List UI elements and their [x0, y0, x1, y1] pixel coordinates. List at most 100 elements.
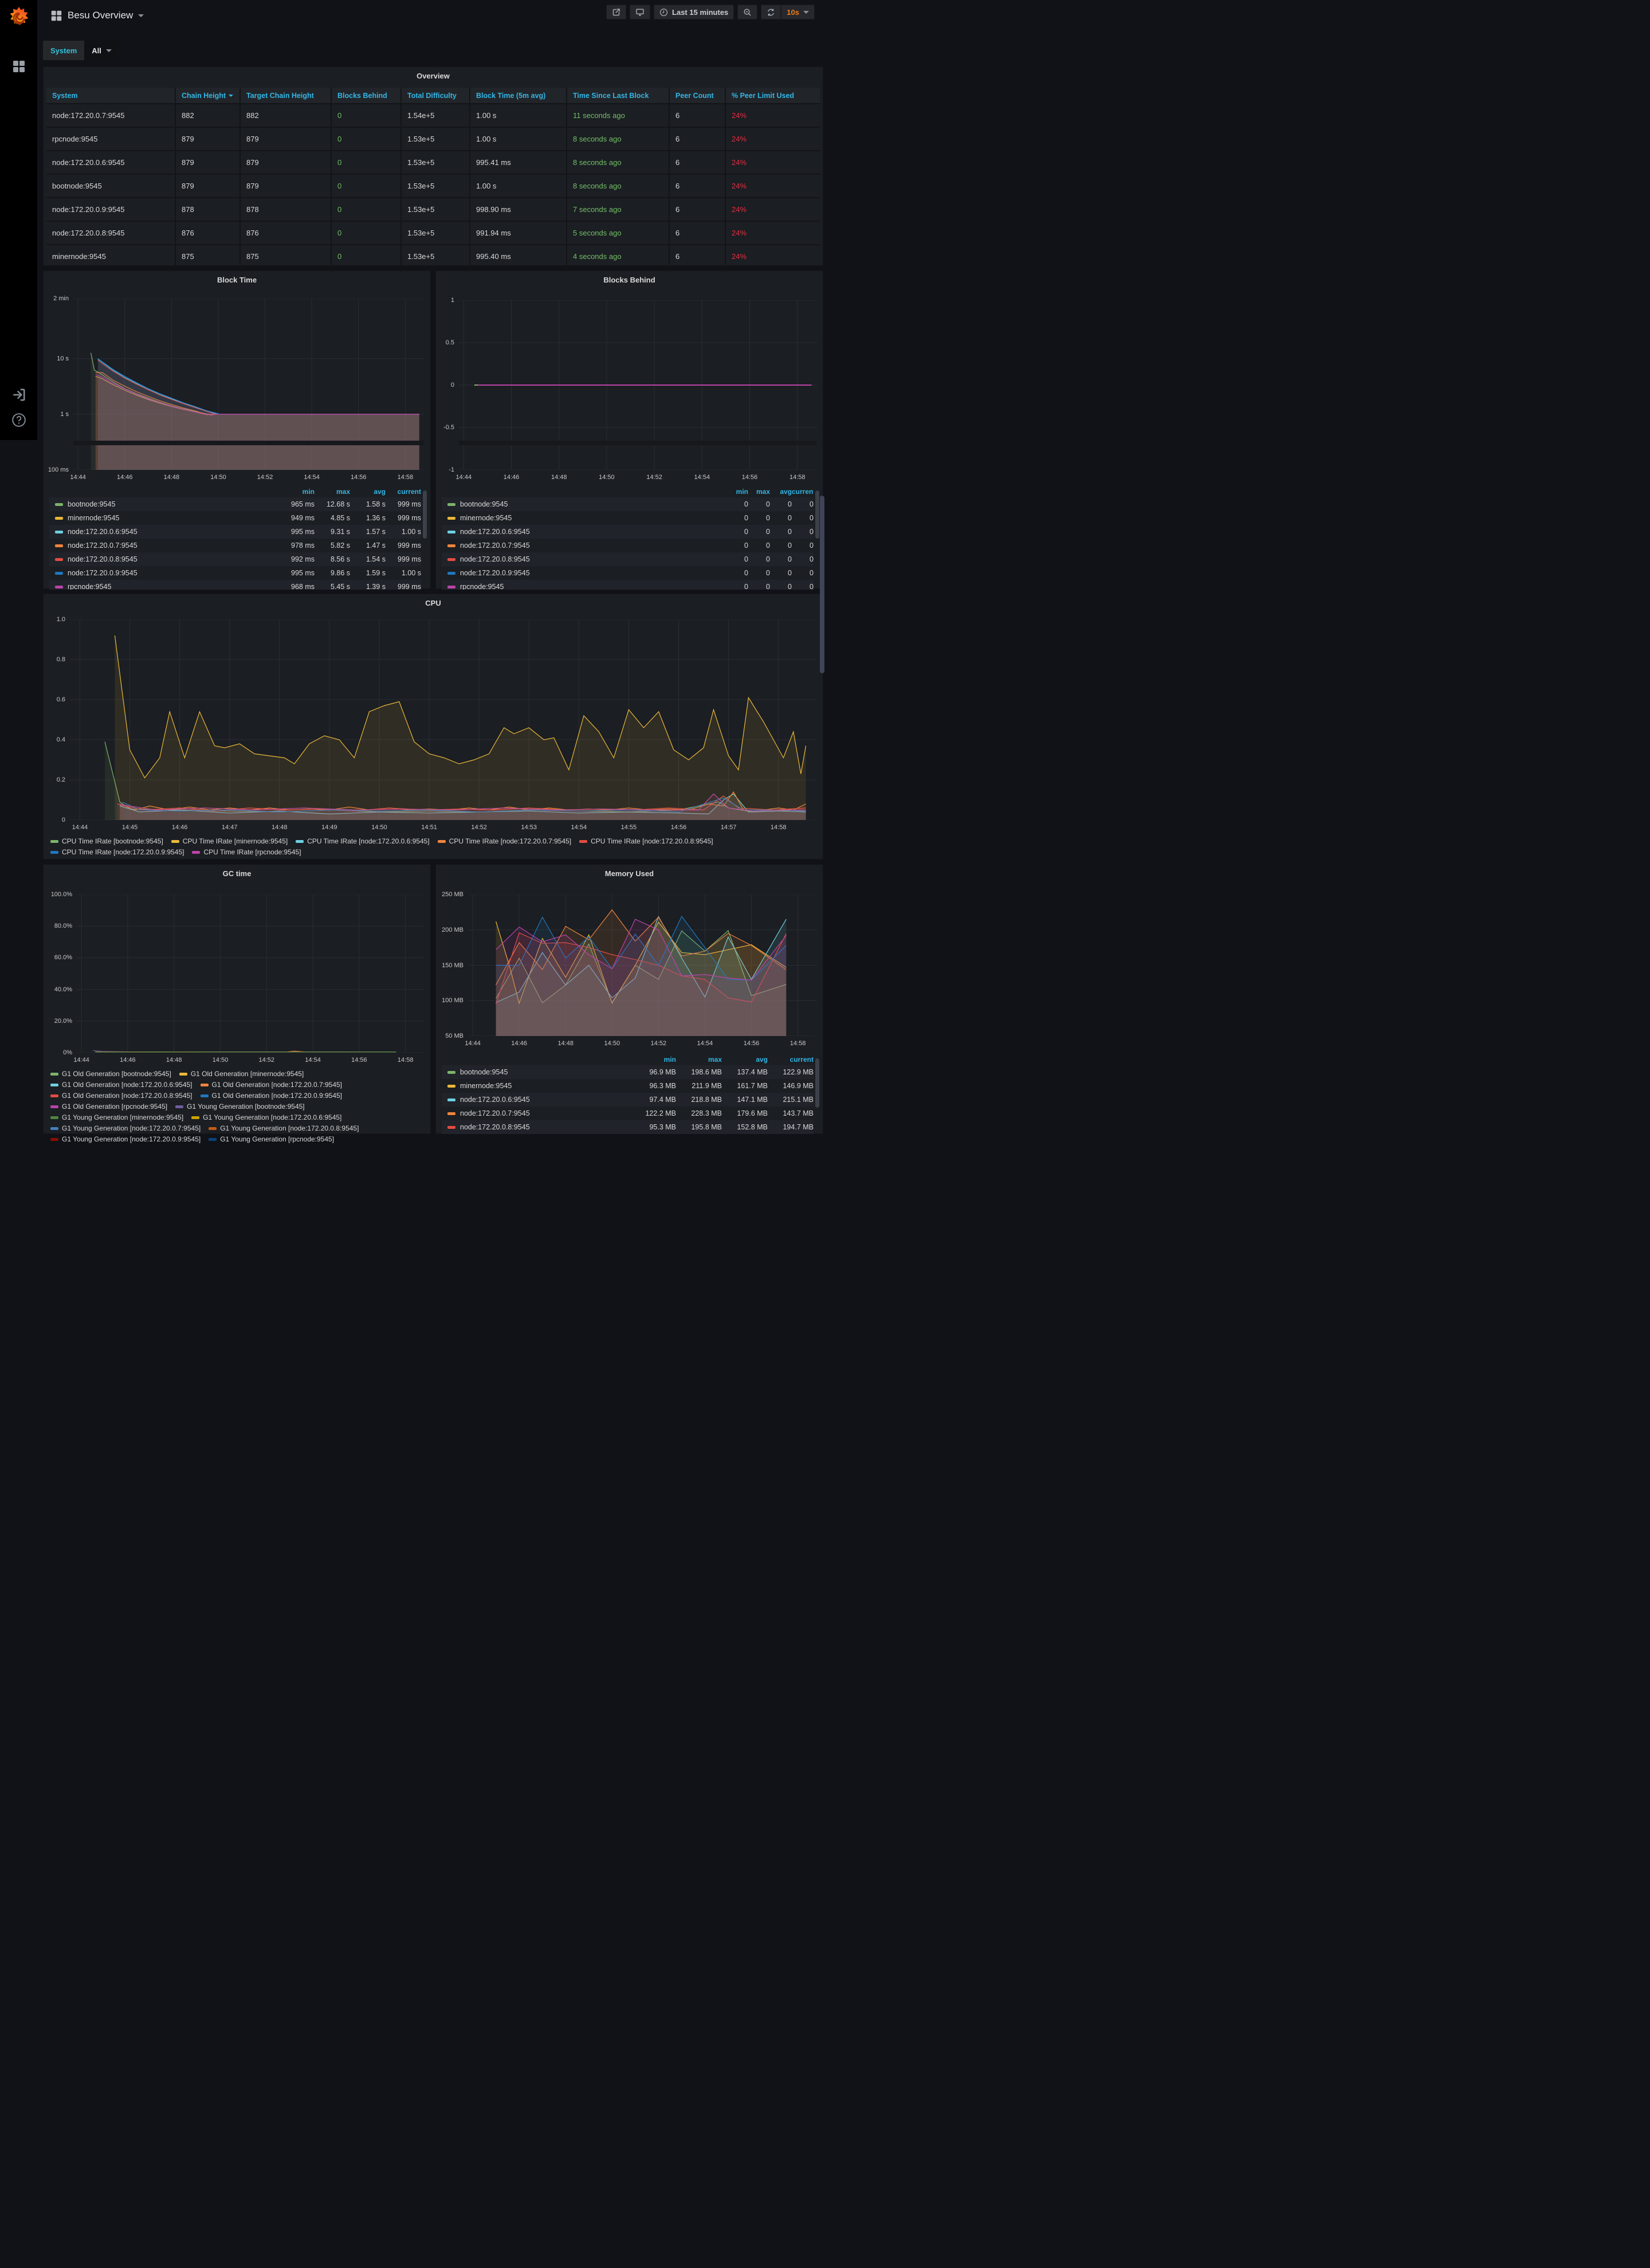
- tv-mode-button[interactable]: [630, 5, 650, 19]
- legend-item[interactable]: G1 Young Generation [node:172.20.0.6:954…: [191, 1113, 341, 1121]
- legend-row[interactable]: node:172.20.0.8:9545 0 0 0 0: [442, 552, 814, 566]
- legend-col-min[interactable]: min: [726, 488, 748, 496]
- legend-scrollbar[interactable]: [815, 1058, 819, 1108]
- zoom-out-button[interactable]: [737, 5, 757, 19]
- legend-scrollbar[interactable]: [815, 491, 819, 539]
- table-header-cell[interactable]: Chain Height: [176, 88, 241, 103]
- grafana-logo-icon[interactable]: [6, 6, 32, 31]
- legend-item[interactable]: G1 Old Generation [node:172.20.0.9:9545]: [201, 1092, 343, 1100]
- legend-item[interactable]: G1 Young Generation [bootnode:9545]: [175, 1102, 305, 1111]
- legend-row[interactable]: minernode:9545 949 ms 4.85 s 1.36 s 999 …: [49, 511, 421, 525]
- cpu-legend[interactable]: CPU Time IRate [bootnode:9545] CPU Time …: [50, 837, 816, 856]
- legend-col-avg[interactable]: avg: [770, 488, 792, 496]
- block-time-legend[interactable]: min max avg current bootnode:9545 965 ms…: [49, 486, 421, 590]
- legend-row[interactable]: minernode:9545 96.3 MB 211.9 MB 161.7 MB…: [442, 1079, 814, 1093]
- legend-row[interactable]: node:172.20.0.9:9545 995 ms 9.86 s 1.59 …: [49, 566, 421, 580]
- memory-legend[interactable]: min max avg current bootnode:9545 96.9 M…: [442, 1054, 814, 1135]
- legend-row[interactable]: node:172.20.0.6:9545 97.4 MB 218.8 MB 14…: [442, 1093, 814, 1106]
- legend-item[interactable]: CPU Time IRate [bootnode:9545]: [50, 837, 163, 845]
- legend-row[interactable]: rpcnode:9545 968 ms 5.45 s 1.39 s 999 ms: [49, 580, 421, 590]
- legend-col-avg[interactable]: avg: [350, 488, 386, 496]
- table-header-cell[interactable]: Target Chain Height: [241, 88, 332, 103]
- panel-title[interactable]: CPU: [44, 599, 823, 607]
- legend-col-min[interactable]: min: [630, 1055, 676, 1064]
- legend-item[interactable]: CPU Time IRate [node:172.20.0.6:9545]: [296, 837, 429, 845]
- table-row[interactable]: bootnode:9545 879 879 0 1.53e+5 1.00 s 8…: [46, 174, 820, 197]
- share-button[interactable]: [606, 5, 626, 19]
- legend-row[interactable]: node:172.20.0.7:9545 122.2 MB 228.3 MB 1…: [442, 1106, 814, 1120]
- x-axis-label: 14:46: [172, 824, 188, 831]
- legend-row[interactable]: node:172.20.0.7:9545 0 0 0 0: [442, 539, 814, 552]
- legend-row[interactable]: bootnode:9545 0 0 0 0: [442, 497, 814, 511]
- table-row[interactable]: minernode:9545 875 875 0 1.53e+5 995.40 …: [46, 244, 820, 268]
- blocks-behind-legend[interactable]: min max avg current bootnode:9545 0 0 0 …: [442, 486, 814, 590]
- legend-col-min[interactable]: min: [279, 488, 315, 496]
- legend-item[interactable]: G1 Young Generation [node:172.20.0.8:954…: [209, 1124, 359, 1132]
- table-header-cell[interactable]: Blocks Behind: [332, 88, 402, 103]
- legend-item[interactable]: G1 Old Generation [node:172.20.0.7:9545]: [201, 1081, 343, 1089]
- page-scrollbar[interactable]: [820, 496, 824, 673]
- help-icon[interactable]: [11, 413, 26, 427]
- panel-title[interactable]: Block Time: [44, 276, 430, 284]
- refresh-button[interactable]: [761, 5, 781, 19]
- breadcrumb[interactable]: Besu Overview: [50, 7, 144, 24]
- legend-item[interactable]: G1 Young Generation [node:172.20.0.9:954…: [50, 1135, 201, 1143]
- legend-item[interactable]: CPU Time IRate [node:172.20.0.7:9545]: [438, 837, 571, 845]
- gc-time-legend[interactable]: G1 Old Generation [bootnode:9545] G1 Old…: [50, 1070, 423, 1143]
- table-row[interactable]: node:172.20.0.9:9545 878 878 0 1.53e+5 9…: [46, 197, 820, 221]
- legend-row[interactable]: rpcnode:9545 0 0 0 0: [442, 580, 814, 590]
- legend-col-max[interactable]: max: [748, 488, 770, 496]
- legend-col-current[interactable]: current: [386, 488, 421, 496]
- legend-scrollbar[interactable]: [423, 491, 427, 539]
- legend-item[interactable]: G1 Old Generation [node:172.20.0.8:9545]: [50, 1092, 192, 1100]
- series-color-swatch: [55, 572, 63, 575]
- series-color-swatch: [209, 1127, 217, 1130]
- legend-item[interactable]: G1 Old Generation [minernode:9545]: [179, 1070, 304, 1078]
- dashboards-icon[interactable]: [12, 60, 26, 73]
- legend-row[interactable]: minernode:9545 0 0 0 0: [442, 511, 814, 525]
- legend-row[interactable]: bootnode:9545 965 ms 12.68 s 1.58 s 999 …: [49, 497, 421, 511]
- variable-value-dropdown[interactable]: All: [84, 41, 119, 60]
- legend-row[interactable]: node:172.20.0.6:9545 0 0 0 0: [442, 525, 814, 539]
- panel-title[interactable]: Memory Used: [436, 869, 823, 878]
- legend-row[interactable]: node:172.20.0.6:9545 995 ms 9.31 s 1.57 …: [49, 525, 421, 539]
- legend-item[interactable]: G1 Old Generation [rpcnode:9545]: [50, 1102, 167, 1111]
- legend-row[interactable]: bootnode:9545 96.9 MB 198.6 MB 137.4 MB …: [442, 1065, 814, 1079]
- panel-title[interactable]: Overview: [44, 72, 823, 80]
- table-row[interactable]: node:172.20.0.7:9545 882 882 0 1.54e+5 1…: [46, 103, 820, 127]
- table-header-cell[interactable]: Total Difficulty: [402, 88, 470, 103]
- table-header-cell[interactable]: System: [46, 88, 176, 103]
- table-row[interactable]: rpcnode:9545 879 879 0 1.53e+5 1.00 s 8 …: [46, 127, 820, 150]
- refresh-interval-select[interactable]: 10s: [781, 5, 815, 19]
- legend-col-max[interactable]: max: [676, 1055, 722, 1064]
- legend-row[interactable]: node:172.20.0.8:9545 95.3 MB 195.8 MB 15…: [442, 1120, 814, 1134]
- table-row[interactable]: node:172.20.0.6:9545 879 879 0 1.53e+5 9…: [46, 150, 820, 174]
- legend-col-current[interactable]: current: [768, 1055, 814, 1064]
- table-header-cell[interactable]: Block Time (5m avg): [470, 88, 567, 103]
- legend-item[interactable]: CPU Time IRate [node:172.20.0.8:9545]: [579, 837, 713, 845]
- legend-row[interactable]: node:172.20.0.7:9545 978 ms 5.82 s 1.47 …: [49, 539, 421, 552]
- legend-item[interactable]: G1 Young Generation [minernode:9545]: [50, 1113, 183, 1121]
- legend-item[interactable]: G1 Young Generation [node:172.20.0.7:954…: [50, 1124, 201, 1132]
- legend-col-avg[interactable]: avg: [722, 1055, 768, 1064]
- table-row[interactable]: node:172.20.0.8:9545 876 876 0 1.53e+5 9…: [46, 221, 820, 244]
- legend-item[interactable]: G1 Young Generation [rpcnode:9545]: [209, 1135, 334, 1143]
- table-header-cell[interactable]: Peer Count: [670, 88, 726, 103]
- legend-row[interactable]: node:172.20.0.9:9545 0 0 0 0: [442, 566, 814, 580]
- table-header-cell[interactable]: % Peer Limit Used: [726, 88, 820, 103]
- legend-item[interactable]: CPU Time IRate [node:172.20.0.9:9545]: [50, 848, 184, 856]
- sign-in-icon[interactable]: [11, 387, 26, 402]
- table-header-cell[interactable]: Time Since Last Block: [567, 88, 670, 103]
- legend-col-current[interactable]: current: [792, 488, 814, 496]
- page-title[interactable]: Besu Overview: [68, 10, 133, 21]
- legend-item[interactable]: G1 Old Generation [bootnode:9545]: [50, 1070, 171, 1078]
- time-range-picker[interactable]: Last 15 minutes: [654, 5, 734, 19]
- legend-item[interactable]: G1 Old Generation [node:172.20.0.6:9545]: [50, 1081, 192, 1089]
- legend-col-max[interactable]: max: [315, 488, 350, 496]
- panel-overview: Overview SystemChain HeightTarget Chain …: [43, 66, 823, 266]
- legend-row[interactable]: node:172.20.0.8:9545 992 ms 8.56 s 1.54 …: [49, 552, 421, 566]
- panel-title[interactable]: Blocks Behind: [436, 276, 823, 284]
- legend-item[interactable]: CPU Time IRate [rpcnode:9545]: [192, 848, 301, 856]
- legend-item[interactable]: CPU Time IRate [minernode:9545]: [171, 837, 288, 845]
- panel-title[interactable]: GC time: [44, 869, 430, 878]
